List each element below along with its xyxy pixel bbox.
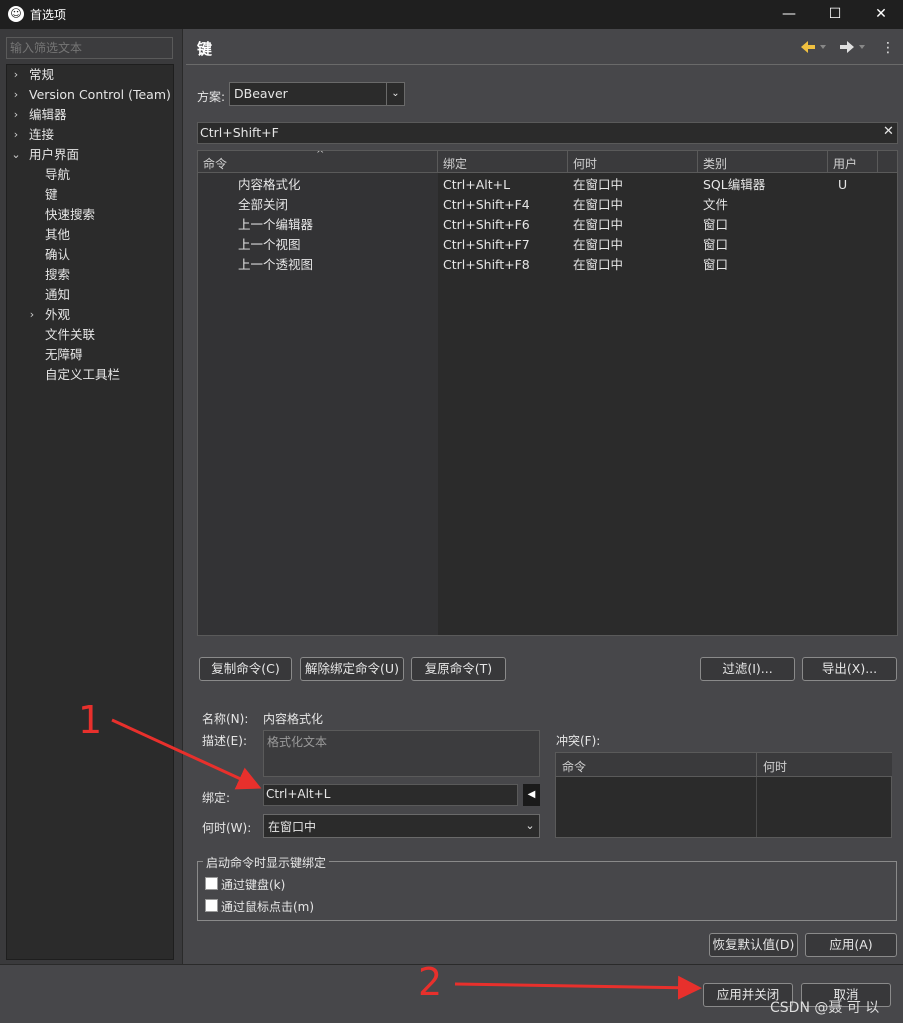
annotation-arrows — [111, 718, 702, 1000]
arrow-to-apply-close — [454, 975, 702, 1000]
arrow-to-binding-field — [111, 718, 262, 790]
watermark: CSDN @聂 可 以 — [770, 1000, 880, 1016]
